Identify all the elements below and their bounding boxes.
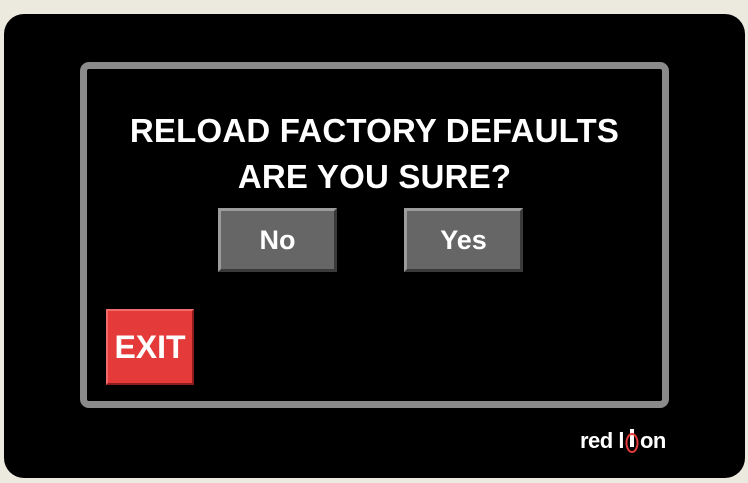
- red-lion-logo: red l on: [580, 426, 666, 456]
- yes-button[interactable]: Yes: [404, 208, 523, 272]
- dialog-question: ARE YOU SURE?: [237, 158, 512, 195]
- hmi-device: RELOAD FACTORY DEFAULTS ARE YOU SURE? No…: [4, 14, 745, 478]
- exit-button[interactable]: EXIT: [106, 309, 194, 385]
- logo-text-left: red l: [580, 428, 624, 453]
- no-button[interactable]: No: [218, 208, 337, 272]
- confirm-dialog: RELOAD FACTORY DEFAULTS ARE YOU SURE? No…: [80, 62, 669, 408]
- logo-text-right: on: [639, 428, 666, 453]
- dialog-title: RELOAD FACTORY DEFAULTS: [129, 112, 620, 149]
- lion-mark-icon: [625, 429, 639, 453]
